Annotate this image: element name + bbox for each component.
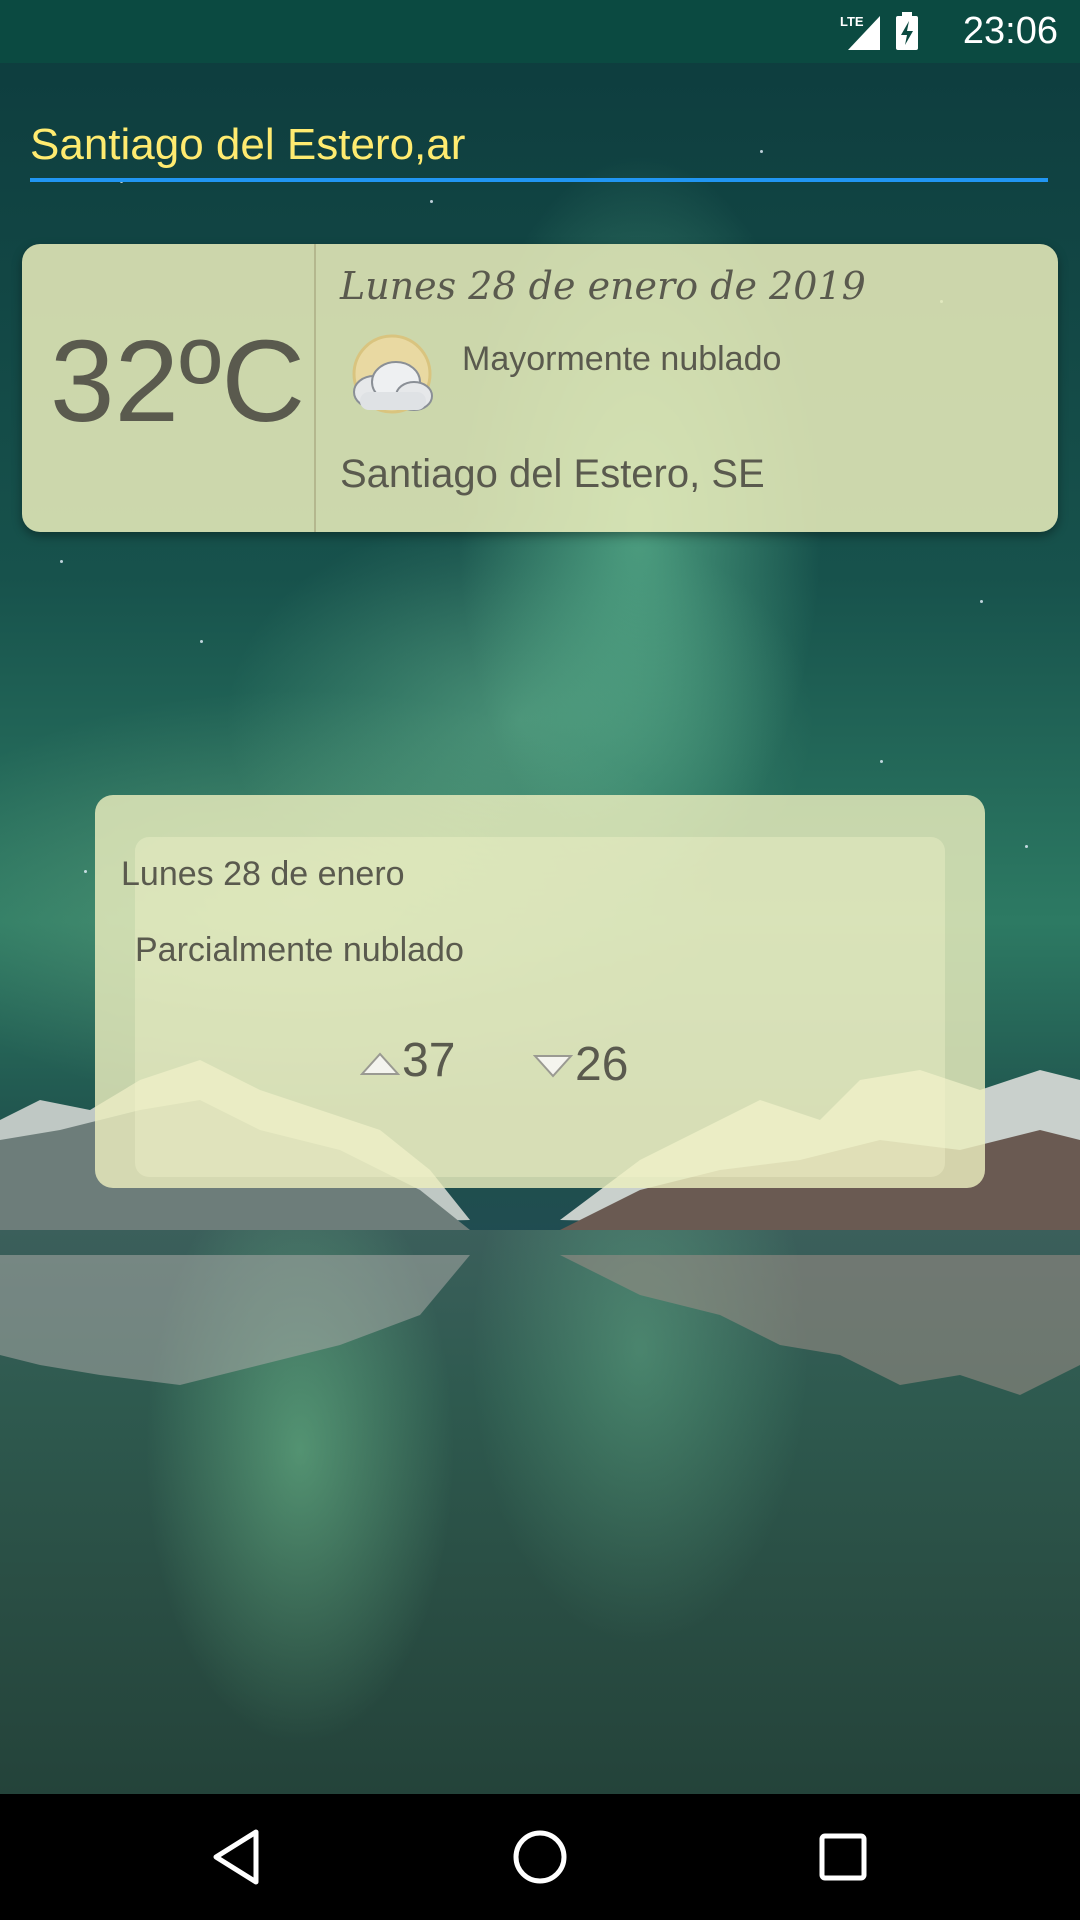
forecast-high: 37 [360, 1033, 455, 1088]
forecast-high-value: 37 [402, 1034, 456, 1087]
current-date: Lunes 28 de enero de 2019 [340, 264, 866, 308]
current-temperature: 32ºC [50, 316, 306, 446]
forecast-description: Parcialmente nublado [135, 931, 464, 969]
current-location: Santiago del Estero, SE [340, 452, 765, 496]
forecast-low: 26 [533, 1037, 628, 1092]
current-weather-card: 32ºC Lunes 28 de enero de 2019 Mayorment… [22, 244, 1058, 532]
partly-cloudy-icon [352, 334, 433, 414]
forecast-low-value: 26 [575, 1038, 629, 1091]
back-icon[interactable] [202, 1822, 272, 1892]
navigation-bar [0, 1794, 1080, 1920]
lte-label: LTE [840, 14, 864, 29]
city-input[interactable] [30, 112, 1048, 182]
status-bar: LTE 23:06 [0, 0, 1080, 63]
mountain-reflection [0, 1255, 1080, 1395]
battery-charging-icon [896, 12, 918, 50]
home-icon[interactable] [505, 1822, 575, 1892]
current-description: Mayormente nublado [462, 340, 782, 378]
status-icons: LTE [840, 12, 918, 50]
forecast-date: Lunes 28 de enero [121, 855, 405, 893]
status-time: 23:06 [962, 10, 1058, 52]
recents-icon[interactable] [808, 1822, 878, 1892]
lte-signal-icon: LTE [840, 14, 880, 50]
forecast-card[interactable]: Lunes 28 de enero Parcialmente nublado 3… [95, 795, 985, 1188]
arrow-down-icon [533, 1055, 573, 1078]
arrow-up-icon [360, 1052, 400, 1076]
